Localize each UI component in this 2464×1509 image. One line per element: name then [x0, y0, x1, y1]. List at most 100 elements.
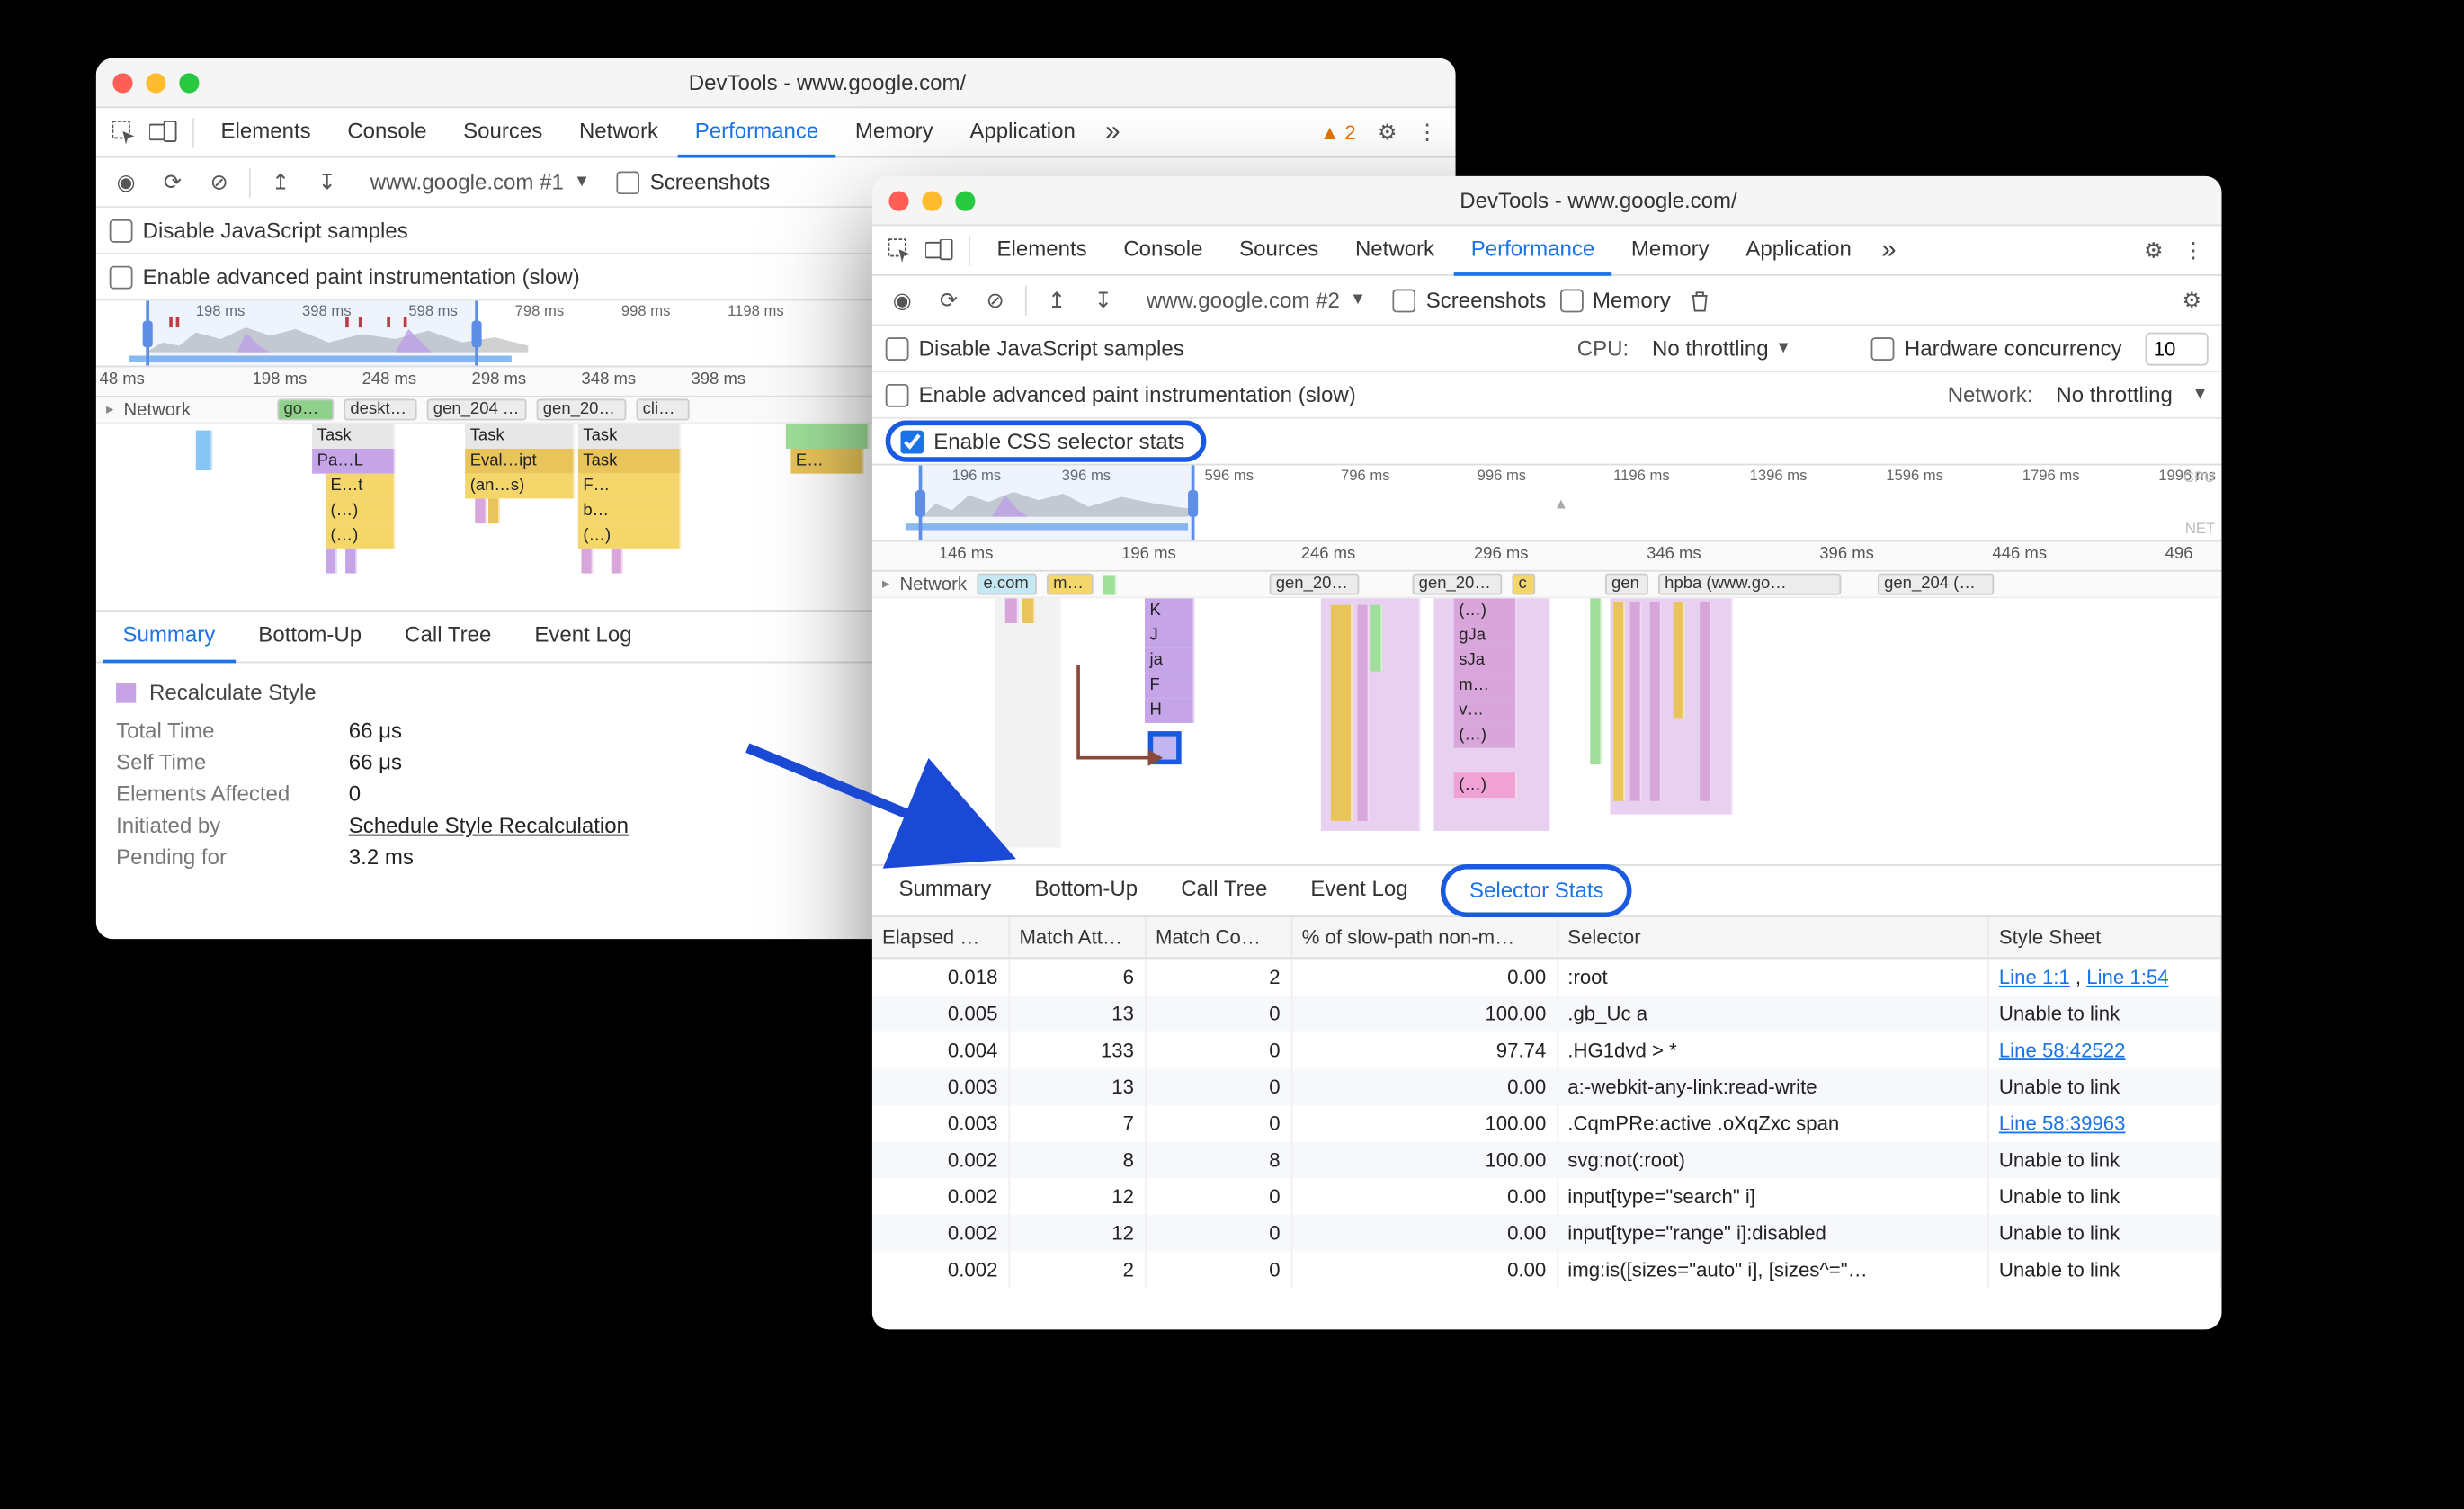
reload-record-icon[interactable]: ⟳: [932, 286, 965, 313]
titlebar[interactable]: DevTools - www.google.com/: [96, 58, 1456, 107]
flame-chart[interactable]: K J ja F H (…) gJa sJa m… v… (…) (…): [872, 598, 2222, 864]
col-elapsed[interactable]: Elapsed …▼: [872, 917, 1009, 958]
device-toolbar-icon[interactable]: [922, 238, 959, 262]
download-icon[interactable]: ↧: [310, 168, 344, 195]
titlebar[interactable]: DevTools - www.google.com/: [872, 175, 2222, 225]
tab-memory[interactable]: Memory: [1614, 225, 1726, 274]
flame-ruler[interactable]: 146 ms 196 ms 246 ms 296 ms 346 ms 396 m…: [872, 541, 2222, 571]
memory-checkbox[interactable]: Memory: [1559, 287, 1671, 312]
zoom-icon[interactable]: [955, 190, 975, 210]
kebab-menu-icon[interactable]: ⋮: [1409, 119, 1446, 146]
download-icon[interactable]: ↧: [1086, 286, 1120, 313]
table-row[interactable]: 0.00370100.00.CqmPRe:active .oXqZxc span…: [872, 1104, 2221, 1141]
event-color-swatch: [116, 682, 136, 701]
upload-icon[interactable]: ↥: [1040, 286, 1074, 313]
table-row[interactable]: 0.00288100.00svg:not(:root)Unable to lin…: [872, 1141, 2221, 1178]
network-track[interactable]: ▸ Network e.com m=… gen_20… gen_20… c ge…: [872, 571, 2222, 598]
trash-icon[interactable]: [1684, 288, 1718, 311]
tab-network[interactable]: Network: [562, 107, 674, 156]
cpu-throttle-select[interactable]: No throttling ▼: [1652, 335, 1791, 361]
tab-console[interactable]: Console: [331, 107, 443, 156]
tab-application[interactable]: Application: [953, 107, 1093, 156]
record-icon[interactable]: ◉: [886, 286, 919, 313]
clear-icon[interactable]: ⊘: [202, 168, 236, 195]
overview-handle-left[interactable]: [915, 489, 925, 516]
tab-event-log[interactable]: Event Log: [1290, 863, 1428, 916]
tab-console[interactable]: Console: [1107, 225, 1219, 274]
tab-network[interactable]: Network: [1338, 225, 1451, 274]
profile-selector[interactable]: www.google.com #1 ▼: [357, 169, 603, 194]
minimize-icon[interactable]: [922, 190, 942, 210]
upload-icon[interactable]: ↥: [264, 168, 298, 195]
table-row[interactable]: 0.018620.00:rootLine 1:1 , Line 1:54: [872, 958, 2221, 996]
tab-bottom-up[interactable]: Bottom-Up: [1014, 863, 1157, 916]
table-row[interactable]: 0.002200.00img:is([sizes="auto" i], [siz…: [872, 1251, 2221, 1288]
more-tabs-icon[interactable]: »: [1871, 235, 1906, 264]
gear-icon[interactable]: ⚙: [2135, 237, 2172, 263]
disable-js-checkbox[interactable]: Disable JavaScript samples: [886, 335, 1184, 361]
table-row[interactable]: 0.0031300.00a:-webkit-any-link:read-writ…: [872, 1068, 2221, 1105]
paint-instr-checkbox[interactable]: Enable advanced paint instrumentation (s…: [886, 382, 1356, 407]
overview-timeline[interactable]: 196 ms 396 ms 596 ms 796 ms 996 ms 1196 …: [872, 465, 2222, 541]
screenshots-checkbox[interactable]: Screenshots: [617, 169, 771, 194]
stylesheet-link[interactable]: Line 58:42522: [1999, 1039, 2126, 1062]
tab-call-tree[interactable]: Call Tree: [1161, 863, 1288, 916]
col-selector[interactable]: Selector: [1557, 917, 1988, 958]
initiated-by-link[interactable]: Schedule Style Recalculation: [349, 812, 629, 837]
col-slow-path[interactable]: % of slow-path non-m…: [1291, 917, 1558, 958]
col-match-count[interactable]: Match Co…: [1145, 917, 1291, 958]
device-toolbar-icon[interactable]: [146, 120, 183, 143]
clear-icon[interactable]: ⊘: [978, 286, 1012, 313]
tab-event-log[interactable]: Event Log: [514, 610, 652, 663]
overview-handle-right[interactable]: [472, 319, 482, 346]
tab-performance[interactable]: Performance: [678, 107, 835, 156]
col-match-attempts[interactable]: Match Att…: [1008, 917, 1145, 958]
network-throttle-select[interactable]: No throttling ▼: [2056, 382, 2208, 407]
enable-css-selector-stats-checkbox[interactable]: Enable CSS selector stats: [886, 420, 1207, 461]
tab-application[interactable]: Application: [1729, 225, 1869, 274]
reload-record-icon[interactable]: ⟳: [156, 168, 189, 195]
panel-tabs: Elements Console Sources Network Perform…: [96, 108, 1456, 157]
gear-icon[interactable]: ⚙: [1369, 119, 1406, 146]
inspect-icon[interactable]: [106, 119, 143, 146]
warnings-badge[interactable]: ▲ 2: [1310, 120, 1366, 143]
tab-sources[interactable]: Sources: [1223, 225, 1335, 274]
tab-summary[interactable]: Summary: [103, 610, 235, 663]
disable-js-checkbox[interactable]: Disable JavaScript samples: [110, 218, 408, 243]
table-row[interactable]: 0.0021200.00input[type="range" i]:disabl…: [872, 1214, 2221, 1251]
tab-elements[interactable]: Elements: [204, 107, 327, 156]
tab-elements[interactable]: Elements: [980, 225, 1103, 274]
paint-instr-checkbox[interactable]: Enable advanced paint instrumentation (s…: [110, 263, 580, 289]
stylesheet-link[interactable]: Line 58:39963: [1999, 1112, 2126, 1135]
tab-selector-stats[interactable]: Selector Stats: [1442, 863, 1632, 916]
close-icon[interactable]: [888, 190, 908, 210]
tab-memory[interactable]: Memory: [838, 107, 950, 156]
inspect-icon[interactable]: [882, 237, 919, 263]
tab-sources[interactable]: Sources: [447, 107, 559, 156]
kebab-menu-icon[interactable]: ⋮: [2175, 237, 2212, 263]
overview-handle-left[interactable]: [143, 319, 153, 346]
tab-performance[interactable]: Performance: [1454, 225, 1611, 274]
profile-selector[interactable]: www.google.com #2 ▼: [1133, 287, 1379, 312]
table-row[interactable]: 0.0021200.00input[type="search" i]Unable…: [872, 1178, 2221, 1215]
screenshots-checkbox[interactable]: Screenshots: [1393, 287, 1547, 312]
overview-handle-right[interactable]: [1188, 489, 1198, 516]
hw-concurrency-checkbox[interactable]: Hardware concurrency: [1871, 335, 2122, 361]
tab-summary[interactable]: Summary: [879, 863, 1011, 916]
close-icon[interactable]: [112, 72, 132, 92]
minimize-icon[interactable]: [146, 72, 165, 92]
table-row[interactable]: 0.004133097.74.HG1dvd > *Line 58:42522: [872, 1031, 2221, 1068]
zoom-icon[interactable]: [179, 72, 199, 92]
hw-concurrency-input[interactable]: [2145, 331, 2208, 364]
tab-bottom-up[interactable]: Bottom-Up: [238, 610, 381, 663]
more-tabs-icon[interactable]: »: [1095, 117, 1130, 147]
capture-settings-gear-icon[interactable]: ⚙: [2175, 286, 2209, 313]
stylesheet-link[interactable]: Line 1:54: [2086, 965, 2168, 988]
panel-tabs: Elements Console Sources Network Perform…: [872, 226, 2222, 275]
record-icon[interactable]: ◉: [110, 168, 143, 195]
window-title: DevTools - www.google.com/: [992, 187, 2205, 212]
tab-call-tree[interactable]: Call Tree: [385, 610, 512, 663]
col-stylesheet[interactable]: Style Sheet: [1988, 917, 2221, 958]
stylesheet-link[interactable]: Line 1:1: [1999, 965, 2070, 988]
table-row[interactable]: 0.005130100.00.gb_Uc aUnable to link: [872, 995, 2221, 1031]
